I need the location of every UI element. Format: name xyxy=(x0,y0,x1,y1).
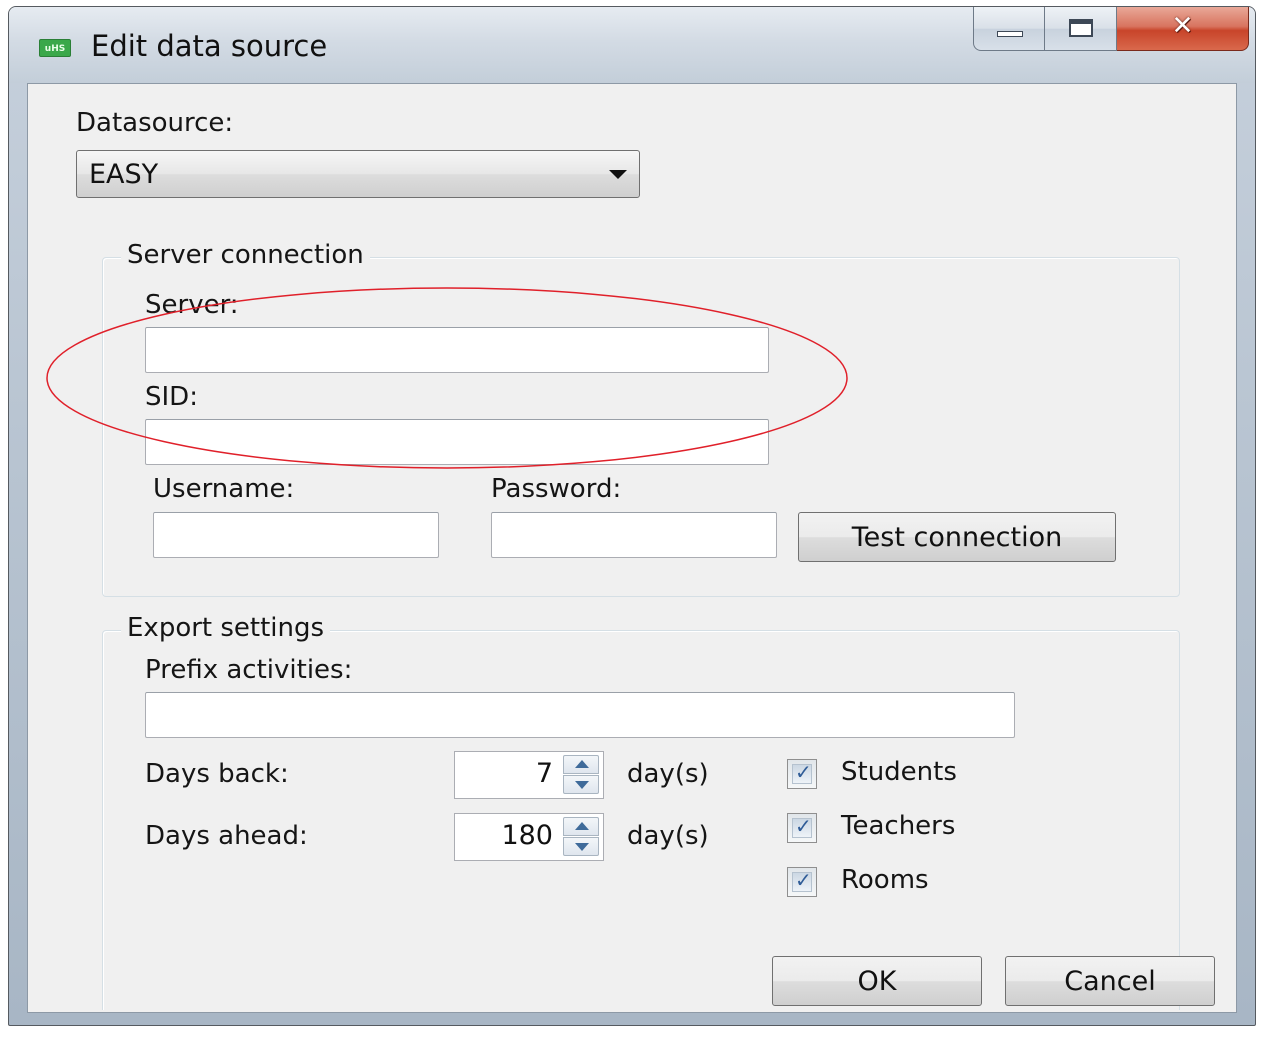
chevron-down-icon xyxy=(609,170,627,179)
days-back-decrement-button[interactable] xyxy=(563,775,599,794)
sid-label: SID: xyxy=(145,382,198,412)
export-settings-title: Export settings xyxy=(121,613,331,643)
password-input[interactable] xyxy=(491,512,777,558)
days-ahead-label: Days ahead: xyxy=(145,821,308,851)
caption-buttons: ✕ xyxy=(973,7,1249,51)
teachers-checkbox[interactable]: ✓ xyxy=(787,813,817,843)
arrow-down-icon xyxy=(575,843,589,851)
maximize-button[interactable] xyxy=(1045,7,1117,51)
checkbox-fill: ✓ xyxy=(792,760,812,784)
days-ahead-increment-button[interactable] xyxy=(563,817,599,836)
close-button[interactable]: ✕ xyxy=(1117,7,1249,51)
days-back-spin-buttons xyxy=(563,755,599,795)
test-connection-button[interactable]: Test connection xyxy=(798,512,1116,562)
datasource-dropdown[interactable]: EASY xyxy=(76,150,640,198)
days-back-stepper[interactable]: 7 xyxy=(454,751,604,799)
days-back-increment-button[interactable] xyxy=(563,755,599,774)
password-label: Password: xyxy=(491,474,622,504)
checkbox-fill: ✓ xyxy=(792,868,812,892)
window-title: Edit data source xyxy=(91,29,328,63)
ok-button[interactable]: OK xyxy=(772,956,982,1006)
arrow-up-icon xyxy=(575,760,589,768)
dialog-window: uHS Edit data source ✕ Datasource: EASY … xyxy=(8,6,1256,1026)
arrow-down-icon xyxy=(575,781,589,789)
days-ahead-decrement-button[interactable] xyxy=(563,837,599,856)
checkmark-icon: ✓ xyxy=(795,814,812,838)
cancel-button[interactable]: Cancel xyxy=(1005,956,1215,1006)
days-ahead-unit: day(s) xyxy=(627,821,709,851)
days-ahead-value: 180 xyxy=(501,820,553,851)
close-icon: ✕ xyxy=(1171,11,1194,41)
server-connection-group: Server connection Server: SID: Username:… xyxy=(102,240,1180,597)
prefix-activities-label: Prefix activities: xyxy=(145,655,353,685)
prefix-activities-input[interactable] xyxy=(145,692,1015,738)
days-ahead-stepper[interactable]: 180 xyxy=(454,813,604,861)
server-connection-title: Server connection xyxy=(121,240,370,270)
rooms-checkbox[interactable]: ✓ xyxy=(787,867,817,897)
students-label[interactable]: Students xyxy=(841,757,957,787)
days-back-label: Days back: xyxy=(145,759,289,789)
title-bar[interactable]: uHS Edit data source ✕ xyxy=(9,7,1255,83)
maximize-icon xyxy=(1069,19,1093,37)
arrow-up-icon xyxy=(575,822,589,830)
teachers-label[interactable]: Teachers xyxy=(841,811,955,841)
app-icon: uHS xyxy=(39,39,71,57)
checkmark-icon: ✓ xyxy=(795,868,812,892)
server-input[interactable] xyxy=(145,327,769,373)
datasource-selected-value: EASY xyxy=(89,159,159,190)
minimize-icon xyxy=(997,31,1023,37)
server-label: Server: xyxy=(145,290,239,320)
checkbox-fill: ✓ xyxy=(792,814,812,838)
days-back-unit: day(s) xyxy=(627,759,709,789)
dialog-client-area: Datasource: EASY Server connection Serve… xyxy=(27,83,1237,1013)
days-back-value: 7 xyxy=(535,758,553,789)
students-checkbox[interactable]: ✓ xyxy=(787,759,817,789)
datasource-label: Datasource: xyxy=(76,108,234,138)
days-ahead-spin-buttons xyxy=(563,817,599,857)
rooms-label[interactable]: Rooms xyxy=(841,865,929,895)
minimize-button[interactable] xyxy=(973,7,1045,51)
username-label: Username: xyxy=(153,474,295,504)
sid-input[interactable] xyxy=(145,419,769,465)
checkmark-icon: ✓ xyxy=(795,760,812,784)
username-input[interactable] xyxy=(153,512,439,558)
export-settings-group: Export settings Prefix activities: Days … xyxy=(102,613,1180,1010)
